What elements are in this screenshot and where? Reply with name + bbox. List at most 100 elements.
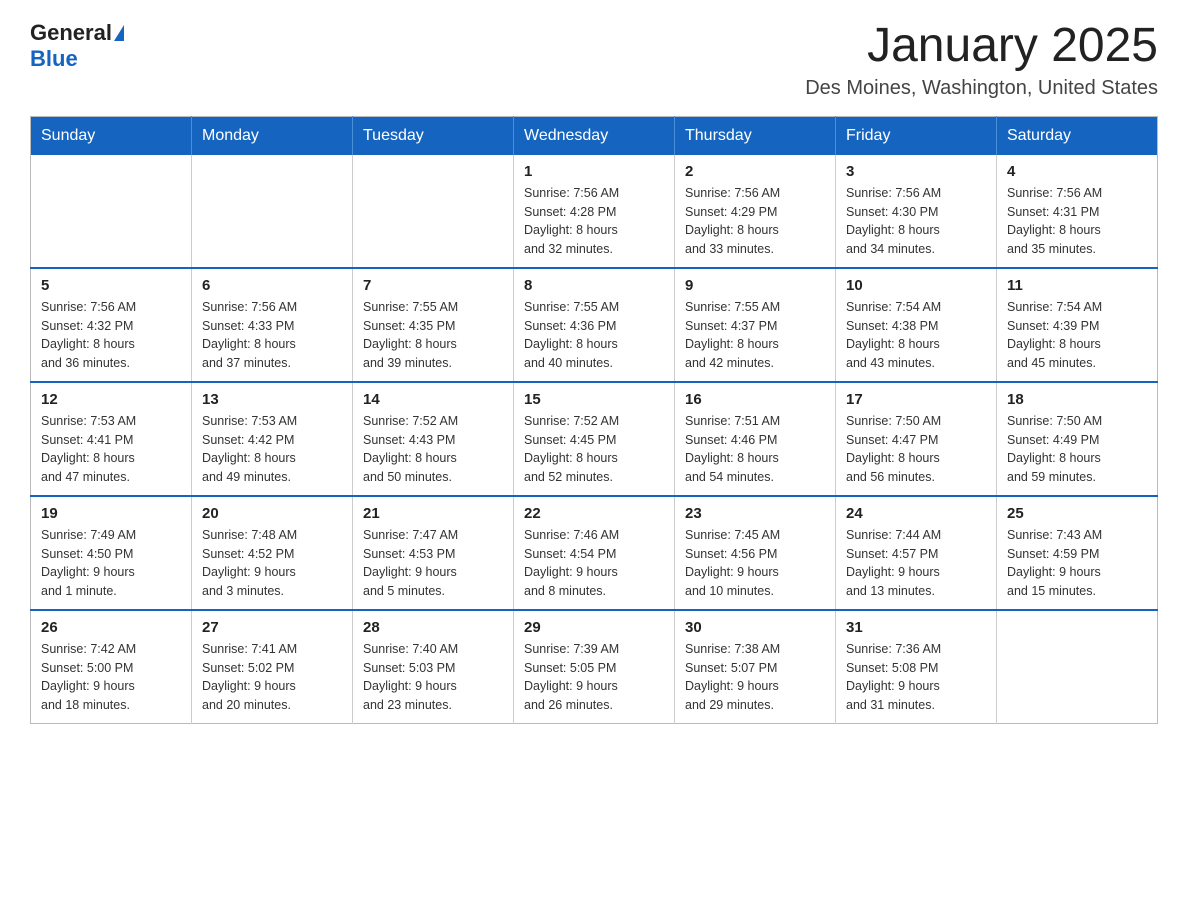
day-number: 22 [524, 505, 664, 522]
day-number: 18 [1007, 391, 1147, 408]
day-info: Sunrise: 7:56 AMSunset: 4:28 PMDaylight:… [524, 184, 664, 259]
calendar-cell [997, 610, 1158, 724]
day-info: Sunrise: 7:40 AMSunset: 5:03 PMDaylight:… [363, 640, 503, 715]
month-title: January 2025 [805, 20, 1158, 73]
day-number: 5 [41, 277, 181, 294]
calendar-cell: 3 Sunrise: 7:56 AMSunset: 4:30 PMDaylight… [836, 155, 997, 268]
day-number: 25 [1007, 505, 1147, 522]
day-number: 23 [685, 505, 825, 522]
day-info: Sunrise: 7:55 AMSunset: 4:37 PMDaylight:… [685, 298, 825, 373]
day-info: Sunrise: 7:56 AMSunset: 4:33 PMDaylight:… [202, 298, 342, 373]
calendar-week-row: 12 Sunrise: 7:53 AMSunset: 4:41 PMDayligh… [31, 382, 1158, 496]
calendar-week-row: 19 Sunrise: 7:49 AMSunset: 4:50 PMDayligh… [31, 496, 1158, 610]
day-info: Sunrise: 7:54 AMSunset: 4:39 PMDaylight:… [1007, 298, 1147, 373]
calendar-cell: 10 Sunrise: 7:54 AMSunset: 4:38 PMDayligh… [836, 268, 997, 382]
page-header: General Blue January 2025 Des Moines, Wa… [30, 20, 1158, 100]
day-number: 3 [846, 163, 986, 180]
day-info: Sunrise: 7:52 AMSunset: 4:45 PMDaylight:… [524, 412, 664, 487]
calendar-cell: 1 Sunrise: 7:56 AMSunset: 4:28 PMDaylight… [514, 155, 675, 268]
day-info: Sunrise: 7:41 AMSunset: 5:02 PMDaylight:… [202, 640, 342, 715]
day-info: Sunrise: 7:45 AMSunset: 4:56 PMDaylight:… [685, 526, 825, 601]
column-header-sunday: Sunday [31, 116, 192, 155]
calendar-cell: 4Sunrise: 7:56 AMSunset: 4:31 PMDaylight… [997, 155, 1158, 268]
calendar-cell: 21Sunrise: 7:47 AMSunset: 4:53 PMDayligh… [353, 496, 514, 610]
day-number: 11 [1007, 277, 1147, 294]
day-info: Sunrise: 7:51 AMSunset: 4:46 PMDaylight:… [685, 412, 825, 487]
calendar-table: SundayMondayTuesdayWednesdayThursdayFrid… [30, 116, 1158, 724]
day-number: 19 [41, 505, 181, 522]
calendar-cell: 24 Sunrise: 7:44 AMSunset: 4:57 PMDayligh… [836, 496, 997, 610]
day-number: 21 [363, 505, 503, 522]
calendar-cell: 22 Sunrise: 7:46 AMSunset: 4:54 PMDayligh… [514, 496, 675, 610]
day-number: 27 [202, 619, 342, 636]
day-info: Sunrise: 7:50 AMSunset: 4:47 PMDaylight:… [846, 412, 986, 487]
day-number: 10 [846, 277, 986, 294]
day-number: 17 [846, 391, 986, 408]
calendar-cell: 20 Sunrise: 7:48 AMSunset: 4:52 PMDayligh… [192, 496, 353, 610]
day-info: Sunrise: 7:48 AMSunset: 4:52 PMDaylight:… [202, 526, 342, 601]
day-info: Sunrise: 7:49 AMSunset: 4:50 PMDaylight:… [41, 526, 181, 601]
calendar-cell: 13 Sunrise: 7:53 AMSunset: 4:42 PMDayligh… [192, 382, 353, 496]
day-info: Sunrise: 7:53 AMSunset: 4:41 PMDaylight:… [41, 412, 181, 487]
day-number: 26 [41, 619, 181, 636]
day-info: Sunrise: 7:56 AMSunset: 4:32 PMDaylight:… [41, 298, 181, 373]
day-info: Sunrise: 7:38 AMSunset: 5:07 PMDaylight:… [685, 640, 825, 715]
column-header-friday: Friday [836, 116, 997, 155]
day-info: Sunrise: 7:56 AMSunset: 4:31 PMDaylight:… [1007, 184, 1147, 259]
day-number: 30 [685, 619, 825, 636]
day-info: Sunrise: 7:50 AMSunset: 4:49 PMDaylight:… [1007, 412, 1147, 487]
calendar-cell: 16Sunrise: 7:51 AMSunset: 4:46 PMDayligh… [675, 382, 836, 496]
logo-general-text: General [30, 20, 112, 46]
day-info: Sunrise: 7:46 AMSunset: 4:54 PMDaylight:… [524, 526, 664, 601]
day-number: 29 [524, 619, 664, 636]
calendar-cell: 31Sunrise: 7:36 AMSunset: 5:08 PMDayligh… [836, 610, 997, 724]
day-number: 1 [524, 163, 664, 180]
column-header-monday: Monday [192, 116, 353, 155]
calendar-cell: 2 Sunrise: 7:56 AMSunset: 4:29 PMDaylight… [675, 155, 836, 268]
day-number: 31 [846, 619, 986, 636]
day-info: Sunrise: 7:55 AMSunset: 4:36 PMDaylight:… [524, 298, 664, 373]
logo-blue-text: Blue [30, 46, 78, 71]
title-area: January 2025 Des Moines, Washington, Uni… [805, 20, 1158, 100]
calendar-cell: 18 Sunrise: 7:50 AMSunset: 4:49 PMDayligh… [997, 382, 1158, 496]
column-header-tuesday: Tuesday [353, 116, 514, 155]
day-number: 8 [524, 277, 664, 294]
calendar-cell: 6 Sunrise: 7:56 AMSunset: 4:33 PMDaylight… [192, 268, 353, 382]
day-number: 24 [846, 505, 986, 522]
calendar-cell: 8 Sunrise: 7:55 AMSunset: 4:36 PMDaylight… [514, 268, 675, 382]
day-number: 13 [202, 391, 342, 408]
calendar-cell: 5 Sunrise: 7:56 AMSunset: 4:32 PMDaylight… [31, 268, 192, 382]
calendar-cell: 26Sunrise: 7:42 AMSunset: 5:00 PMDayligh… [31, 610, 192, 724]
calendar-cell: 14 Sunrise: 7:52 AMSunset: 4:43 PMDayligh… [353, 382, 514, 496]
day-number: 9 [685, 277, 825, 294]
day-info: Sunrise: 7:39 AMSunset: 5:05 PMDaylight:… [524, 640, 664, 715]
calendar-header-row: SundayMondayTuesdayWednesdayThursdayFrid… [31, 116, 1158, 155]
day-number: 6 [202, 277, 342, 294]
day-info: Sunrise: 7:55 AMSunset: 4:35 PMDaylight:… [363, 298, 503, 373]
calendar-cell: 29 Sunrise: 7:39 AMSunset: 5:05 PMDayligh… [514, 610, 675, 724]
day-number: 20 [202, 505, 342, 522]
column-header-wednesday: Wednesday [514, 116, 675, 155]
day-number: 2 [685, 163, 825, 180]
day-number: 14 [363, 391, 503, 408]
day-info: Sunrise: 7:53 AMSunset: 4:42 PMDaylight:… [202, 412, 342, 487]
day-info: Sunrise: 7:56 AMSunset: 4:30 PMDaylight:… [846, 184, 986, 259]
day-info: Sunrise: 7:44 AMSunset: 4:57 PMDaylight:… [846, 526, 986, 601]
calendar-cell: 11 Sunrise: 7:54 AMSunset: 4:39 PMDayligh… [997, 268, 1158, 382]
calendar-cell [353, 155, 514, 268]
day-info: Sunrise: 7:54 AMSunset: 4:38 PMDaylight:… [846, 298, 986, 373]
calendar-cell: 15Sunrise: 7:52 AMSunset: 4:45 PMDayligh… [514, 382, 675, 496]
calendar-cell [192, 155, 353, 268]
logo-triangle-icon [114, 25, 124, 41]
calendar-week-row: 1 Sunrise: 7:56 AMSunset: 4:28 PMDaylight… [31, 155, 1158, 268]
calendar-cell: 7Sunrise: 7:55 AMSunset: 4:35 PMDaylight… [353, 268, 514, 382]
calendar-cell [31, 155, 192, 268]
calendar-cell: 9 Sunrise: 7:55 AMSunset: 4:37 PMDaylight… [675, 268, 836, 382]
calendar-week-row: 26Sunrise: 7:42 AMSunset: 5:00 PMDayligh… [31, 610, 1158, 724]
calendar-cell: 12 Sunrise: 7:53 AMSunset: 4:41 PMDayligh… [31, 382, 192, 496]
calendar-cell: 19 Sunrise: 7:49 AMSunset: 4:50 PMDayligh… [31, 496, 192, 610]
day-info: Sunrise: 7:56 AMSunset: 4:29 PMDaylight:… [685, 184, 825, 259]
day-number: 12 [41, 391, 181, 408]
day-info: Sunrise: 7:52 AMSunset: 4:43 PMDaylight:… [363, 412, 503, 487]
logo: General Blue [30, 20, 126, 72]
